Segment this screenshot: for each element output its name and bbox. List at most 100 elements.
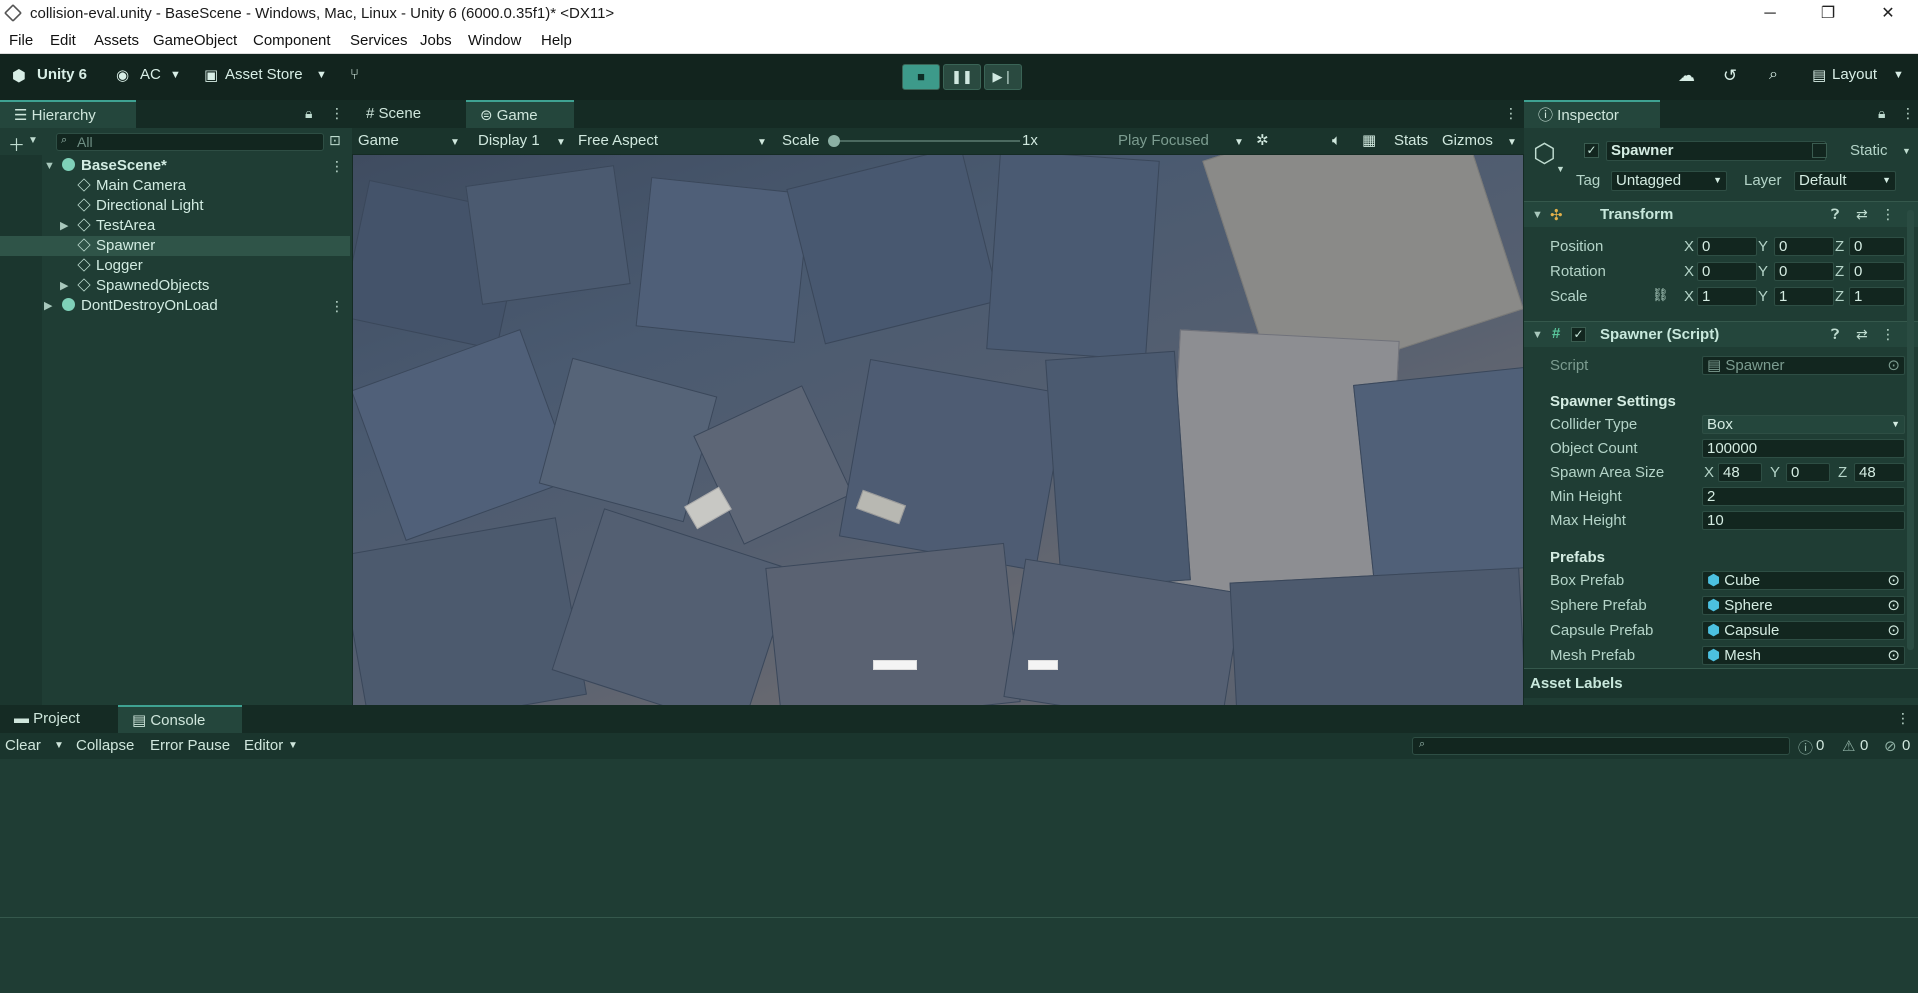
menu-edit[interactable]: Edit	[50, 32, 76, 49]
scene-search-icon[interactable]: ⊡	[329, 132, 341, 149]
list-item[interactable]: Main Camera	[0, 176, 350, 196]
layer-dropdown[interactable]: Default ▼	[1794, 171, 1896, 191]
more-options-icon[interactable]: ⋮	[1881, 326, 1895, 343]
object-name-field[interactable]: Spawner	[1606, 141, 1826, 161]
spawn-area-z-field[interactable]: 48	[1854, 463, 1905, 482]
position-x-field[interactable]: 0	[1697, 237, 1757, 256]
editor-dropdown[interactable]: Editor	[244, 737, 283, 754]
stats-button[interactable]: Stats	[1394, 131, 1428, 151]
collider-type-dropdown[interactable]: Box ▼	[1702, 415, 1905, 434]
list-item[interactable]: Spawner	[0, 236, 350, 256]
spawn-area-y-field[interactable]: 0	[1786, 463, 1830, 482]
menu-gameobject[interactable]: GameObject	[153, 32, 237, 49]
more-options-icon[interactable]: ⋮	[1901, 105, 1915, 122]
rotation-x-field[interactable]: 0	[1697, 262, 1757, 281]
list-item[interactable]: ▶ SpawnedObjects	[0, 276, 350, 296]
step-button[interactable]: ▶❘	[984, 64, 1022, 90]
expand-arrow-icon[interactable]: ▶	[44, 296, 52, 316]
play-mode-dropdown[interactable]: Play Focused	[1118, 131, 1209, 151]
more-options-icon[interactable]: ⋮	[1504, 105, 1518, 122]
menu-component[interactable]: Component	[253, 32, 331, 49]
tab-game[interactable]: ⊜ Game	[466, 100, 574, 128]
chevron-down-icon[interactable]: ▼	[28, 135, 38, 146]
transform-header[interactable]: ▼ ✣ Transform ❓︎ ⇄ ⋮	[1524, 201, 1918, 227]
chevron-down-icon[interactable]: ▼	[54, 740, 64, 751]
history-icon[interactable]: ↺	[1723, 66, 1737, 86]
bug-icon[interactable]: ✲	[1256, 131, 1269, 151]
maximize-button[interactable]: ❐	[1808, 2, 1848, 26]
minimize-button[interactable]: ─	[1750, 2, 1790, 26]
more-options-icon[interactable]: ⋮	[330, 156, 344, 176]
aspect-dropdown[interactable]: Free Aspect	[578, 131, 658, 151]
position-z-field[interactable]: 0	[1849, 237, 1905, 256]
chevron-down-icon[interactable]: ▼	[1556, 164, 1565, 174]
console-search-input[interactable]: ⌕	[1412, 737, 1790, 755]
warning-count-toggle[interactable]: 0	[1860, 737, 1868, 754]
menu-window[interactable]: Window	[468, 32, 521, 49]
version-control-icon[interactable]: ⑂	[350, 66, 359, 83]
game-viewport[interactable]	[353, 155, 1523, 705]
menu-file[interactable]: File	[9, 32, 33, 49]
position-y-field[interactable]: 0	[1774, 237, 1834, 256]
help-icon[interactable]: ❓︎	[1831, 206, 1839, 223]
asset-store-dropdown[interactable]: Asset Store	[225, 66, 303, 83]
object-picker-icon[interactable]: ⊙	[1887, 572, 1900, 589]
more-options-icon[interactable]: ⋮	[1896, 710, 1910, 727]
info-count-toggle[interactable]: 0	[1816, 737, 1824, 754]
scale-slider-track[interactable]	[830, 140, 1020, 142]
list-item[interactable]: ▶ DontDestroyOnLoad ⋮	[0, 296, 350, 316]
preset-icon[interactable]: ⇄	[1856, 206, 1868, 223]
tab-scene[interactable]: # Scene	[352, 100, 462, 128]
more-options-icon[interactable]: ⋮	[330, 105, 344, 122]
error-count-toggle[interactable]: 0	[1902, 737, 1910, 754]
more-options-icon[interactable]: ⋮	[1881, 206, 1895, 223]
audio-icon[interactable]: 🔈︎	[1332, 131, 1341, 151]
collapse-button[interactable]: Collapse	[76, 737, 134, 754]
cloud-icon[interactable]: ☁	[1678, 66, 1695, 86]
tab-hierarchy[interactable]: ☰ Hierarchy	[0, 100, 136, 128]
object-picker-icon[interactable]: ⊙	[1887, 622, 1900, 639]
list-item[interactable]: ▶ TestArea	[0, 216, 350, 236]
expand-arrow-icon[interactable]: ▶	[60, 276, 68, 296]
active-checkbox[interactable]: ✓	[1584, 143, 1599, 158]
more-options-icon[interactable]: ⋮	[330, 296, 344, 316]
scale-x-field[interactable]: 1	[1697, 287, 1757, 306]
menu-services[interactable]: Services	[350, 32, 408, 49]
list-item[interactable]: ▼ BaseScene* ⋮	[0, 156, 350, 176]
rotation-y-field[interactable]: 0	[1774, 262, 1834, 281]
min-height-field[interactable]: 2	[1702, 487, 1905, 506]
display-dropdown[interactable]: Display 1	[478, 131, 540, 151]
object-count-field[interactable]: 100000	[1702, 439, 1905, 458]
expand-arrow-icon[interactable]: ▼	[1532, 329, 1543, 341]
error-pause-button[interactable]: Error Pause	[150, 737, 230, 754]
inspector-scrollbar[interactable]	[1907, 210, 1914, 650]
add-icon[interactable]: ＋	[8, 131, 25, 156]
tab-inspector[interactable]: ⓘ Inspector	[1524, 100, 1660, 128]
unity-version-label[interactable]: Unity 6	[37, 66, 87, 83]
rotation-z-field[interactable]: 0	[1849, 262, 1905, 281]
close-button[interactable]: ✕	[1868, 2, 1908, 26]
grid-view-icon[interactable]: ▦	[1362, 131, 1376, 151]
display-mode-dropdown[interactable]: Game	[358, 131, 399, 151]
object-picker-icon[interactable]: ⊙	[1887, 597, 1900, 614]
help-icon[interactable]: ❓︎	[1831, 326, 1839, 343]
sphere-prefab-field[interactable]: ⬢ Sphere ⊙	[1702, 596, 1905, 615]
scale-y-field[interactable]: 1	[1774, 287, 1834, 306]
scale-z-field[interactable]: 1	[1849, 287, 1905, 306]
menu-help[interactable]: Help	[541, 32, 572, 49]
list-item[interactable]: Logger	[0, 256, 350, 276]
static-checkbox[interactable]	[1812, 143, 1827, 158]
hierarchy-search-input[interactable]: ⌕ All	[56, 133, 324, 151]
lock-icon[interactable]: 🔒︎	[1878, 105, 1885, 122]
component-enabled-checkbox[interactable]: ✓	[1571, 327, 1586, 342]
tab-project[interactable]: ▬ Project	[0, 705, 116, 733]
capsule-prefab-field[interactable]: ⬢ Capsule ⊙	[1702, 621, 1905, 640]
expand-arrow-icon[interactable]: ▼	[44, 156, 55, 176]
expand-arrow-icon[interactable]: ▼	[1532, 209, 1543, 221]
mesh-prefab-field[interactable]: ⬢ Mesh ⊙	[1702, 646, 1905, 665]
asset-labels-bar[interactable]: Asset Labels	[1524, 668, 1918, 698]
clear-button[interactable]: Clear	[5, 737, 41, 754]
box-prefab-field[interactable]: ⬢ Cube ⊙	[1702, 571, 1905, 590]
lock-icon[interactable]: 🔒︎	[305, 105, 312, 122]
tab-console[interactable]: ▤ Console	[118, 705, 242, 733]
